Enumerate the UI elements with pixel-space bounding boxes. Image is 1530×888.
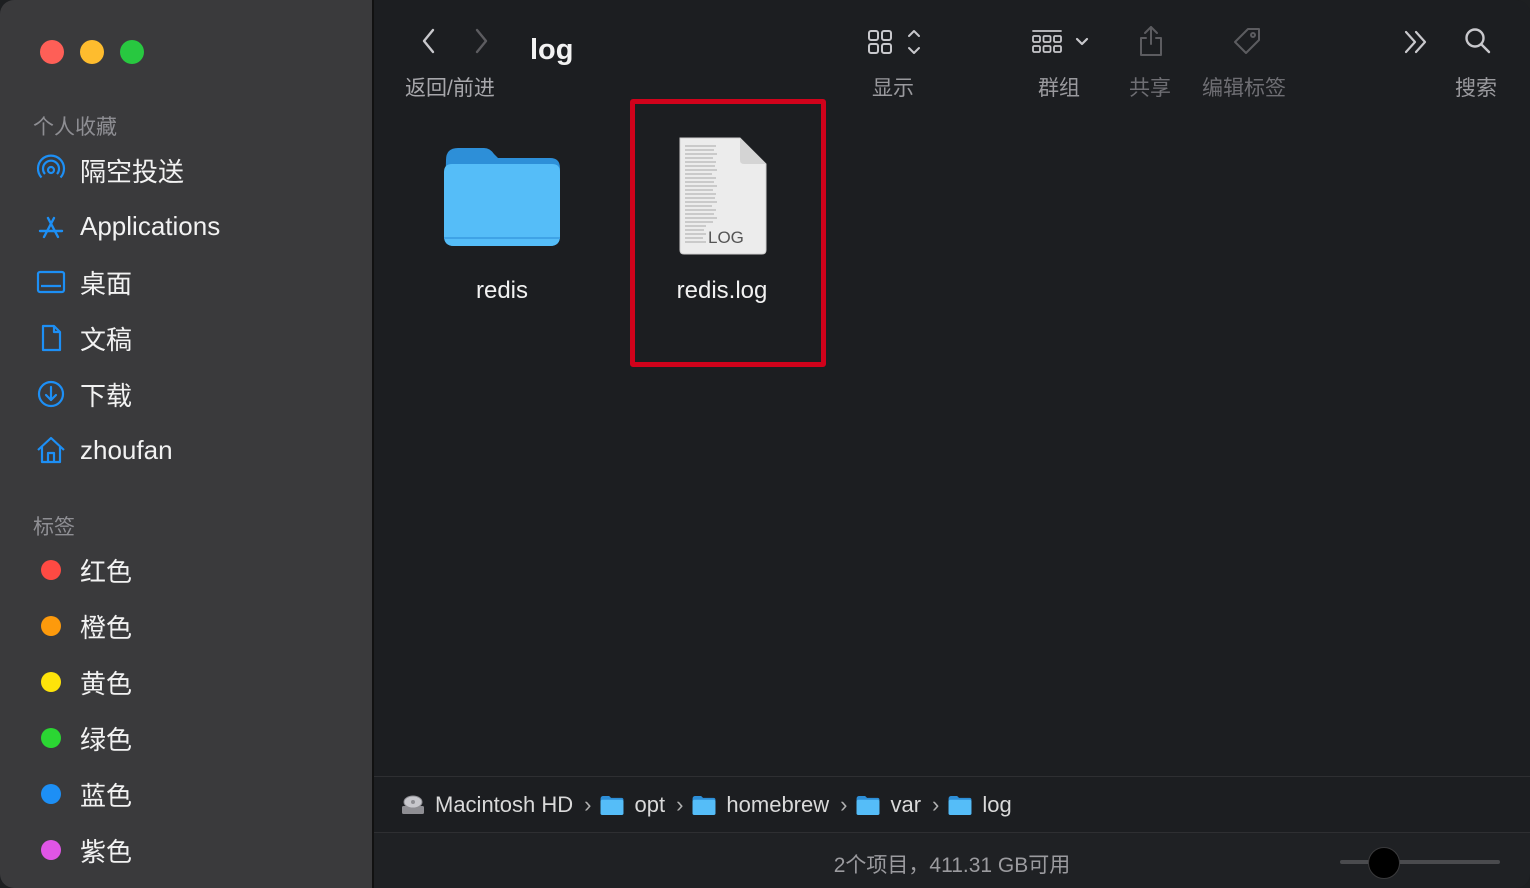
downloads-icon xyxy=(33,376,69,412)
folder-icon xyxy=(444,148,560,246)
group-button[interactable] xyxy=(1028,24,1094,60)
path-segment-opt[interactable]: opt › xyxy=(599,792,683,818)
icon-view-icon xyxy=(868,30,920,54)
folder-icon xyxy=(856,795,880,815)
sidebar-item-label: 隔空投送 xyxy=(80,156,185,187)
folder-icon xyxy=(692,795,716,815)
sidebar-item-label: zhoufan xyxy=(80,434,173,465)
back-button[interactable] xyxy=(414,26,444,56)
tag-orange-dot-icon xyxy=(41,616,61,636)
tags-header: 标签 xyxy=(33,516,75,539)
path-segment-log[interactable]: log xyxy=(947,792,1012,818)
zoom-button[interactable] xyxy=(120,40,144,64)
folder-icon xyxy=(601,795,624,815)
window-controls xyxy=(40,40,144,64)
main-content: 返回/前进 log 显示 群组 共享 编辑标签 搜索 redis LOG red… xyxy=(374,0,1530,888)
desktop-icon xyxy=(33,264,69,300)
sidebar-item-label: 紫色 xyxy=(80,836,133,867)
chevron-right-icon xyxy=(475,28,488,54)
close-button[interactable] xyxy=(40,40,64,64)
sidebar-tag-yellow[interactable]: 黄色 xyxy=(33,658,132,706)
search-label: 搜索 xyxy=(1455,77,1497,100)
chevron-right-icon: › xyxy=(840,792,848,817)
sidebar-item-label: 绿色 xyxy=(80,724,133,755)
toolbar: 返回/前进 log 显示 群组 共享 编辑标签 搜索 xyxy=(374,0,1530,100)
sidebar: 个人收藏 隔空投送 Applications 桌面 文稿 下载 zhoufan … xyxy=(0,0,374,888)
sidebar-item-label: 桌面 xyxy=(80,268,133,299)
status-text: 2个项目，411.31 GB可用 xyxy=(833,854,1071,877)
tag-blue-dot-icon xyxy=(41,784,61,804)
airdrop-icon xyxy=(33,152,69,188)
path-segment-macintosh-hd[interactable]: Macintosh HD › xyxy=(400,792,591,818)
folder-icon xyxy=(948,795,972,815)
sidebar-item-label: 黄色 xyxy=(80,668,133,699)
tag-red-dot-icon xyxy=(41,560,61,580)
sidebar-item-desktop[interactable]: 桌面 xyxy=(33,258,132,306)
sidebar-item-applications[interactable]: Applications xyxy=(33,202,220,250)
home-icon xyxy=(33,432,69,468)
sidebar-item-downloads[interactable]: 下载 xyxy=(33,370,132,418)
sidebar-tag-green[interactable]: 绿色 xyxy=(33,714,132,762)
path-segment-label: homebrew xyxy=(726,792,830,817)
path-segment-label: log xyxy=(982,792,1012,817)
path-bar: Macintosh HD › opt › homebrew › var › lo… xyxy=(374,776,1530,833)
sidebar-item-label: 文稿 xyxy=(80,324,133,355)
search-button[interactable] xyxy=(1462,24,1494,58)
view-mode-button[interactable] xyxy=(864,24,924,60)
chevron-left-icon xyxy=(422,28,435,54)
double-chevron-right-icon xyxy=(1404,30,1427,54)
icon-size-slider-knob[interactable] xyxy=(1368,847,1400,879)
more-toolbar-button[interactable] xyxy=(1400,26,1432,58)
sidebar-item-airdrop[interactable]: 隔空投送 xyxy=(33,146,184,194)
documents-icon xyxy=(33,320,69,356)
share-button[interactable] xyxy=(1136,22,1166,60)
edit-tags-label: 编辑标签 xyxy=(1202,77,1286,100)
sidebar-tag-red[interactable]: 红色 xyxy=(33,546,132,594)
file-name: redis xyxy=(475,277,529,304)
sidebar-item-documents[interactable]: 文稿 xyxy=(33,314,132,362)
sidebar-tag-purple[interactable]: 紫色 xyxy=(33,826,132,874)
view-label: 显示 xyxy=(872,77,914,100)
forward-button[interactable] xyxy=(466,26,496,56)
path-segment-label: var xyxy=(890,792,922,817)
status-bar: 2个项目，411.31 GB可用 xyxy=(374,832,1530,888)
sidebar-tag-blue[interactable]: 蓝色 xyxy=(33,770,132,818)
sidebar-item-label: 橙色 xyxy=(80,612,133,643)
chevron-right-icon: › xyxy=(584,792,592,817)
sidebar-item-label: 红色 xyxy=(80,556,133,587)
back-forward-label: 返回/前进 xyxy=(405,77,495,100)
tag-icon xyxy=(1234,28,1260,54)
group-icon xyxy=(1032,30,1089,53)
favorites-header: 个人收藏 xyxy=(33,116,117,139)
chevron-right-icon: › xyxy=(676,792,684,817)
path-segment-homebrew[interactable]: homebrew › xyxy=(691,792,847,818)
applications-icon xyxy=(33,208,69,244)
sidebar-item-label: 下载 xyxy=(80,380,133,411)
sidebar-item-label: Applications xyxy=(80,210,221,241)
tag-yellow-dot-icon xyxy=(41,672,61,692)
file-item-redis-folder[interactable]: redis xyxy=(402,140,602,310)
edit-tags-button[interactable] xyxy=(1230,24,1264,58)
icon-size-slider[interactable] xyxy=(1340,860,1500,864)
sidebar-item-home[interactable]: zhoufan xyxy=(33,426,173,474)
sidebar-tag-orange[interactable]: 橙色 xyxy=(33,602,132,650)
path-segment-label: Macintosh HD xyxy=(435,792,574,817)
group-label: 群组 xyxy=(1038,77,1080,100)
share-icon xyxy=(1140,26,1162,56)
tag-green-dot-icon xyxy=(41,728,61,748)
minimize-button[interactable] xyxy=(80,40,104,64)
selection-highlight-box xyxy=(630,99,826,367)
finder-window: 个人收藏 隔空投送 Applications 桌面 文稿 下载 zhoufan … xyxy=(0,0,1530,888)
path-segment-label: opt xyxy=(634,792,666,817)
share-label: 共享 xyxy=(1129,77,1171,100)
chevron-right-icon: › xyxy=(932,792,940,817)
tag-purple-dot-icon xyxy=(41,840,61,860)
path-segment-var[interactable]: var › xyxy=(855,792,939,818)
window-title: log xyxy=(530,34,574,66)
search-icon xyxy=(1465,28,1491,54)
sidebar-item-label: 蓝色 xyxy=(80,780,133,811)
hard-drive-icon xyxy=(402,795,424,814)
